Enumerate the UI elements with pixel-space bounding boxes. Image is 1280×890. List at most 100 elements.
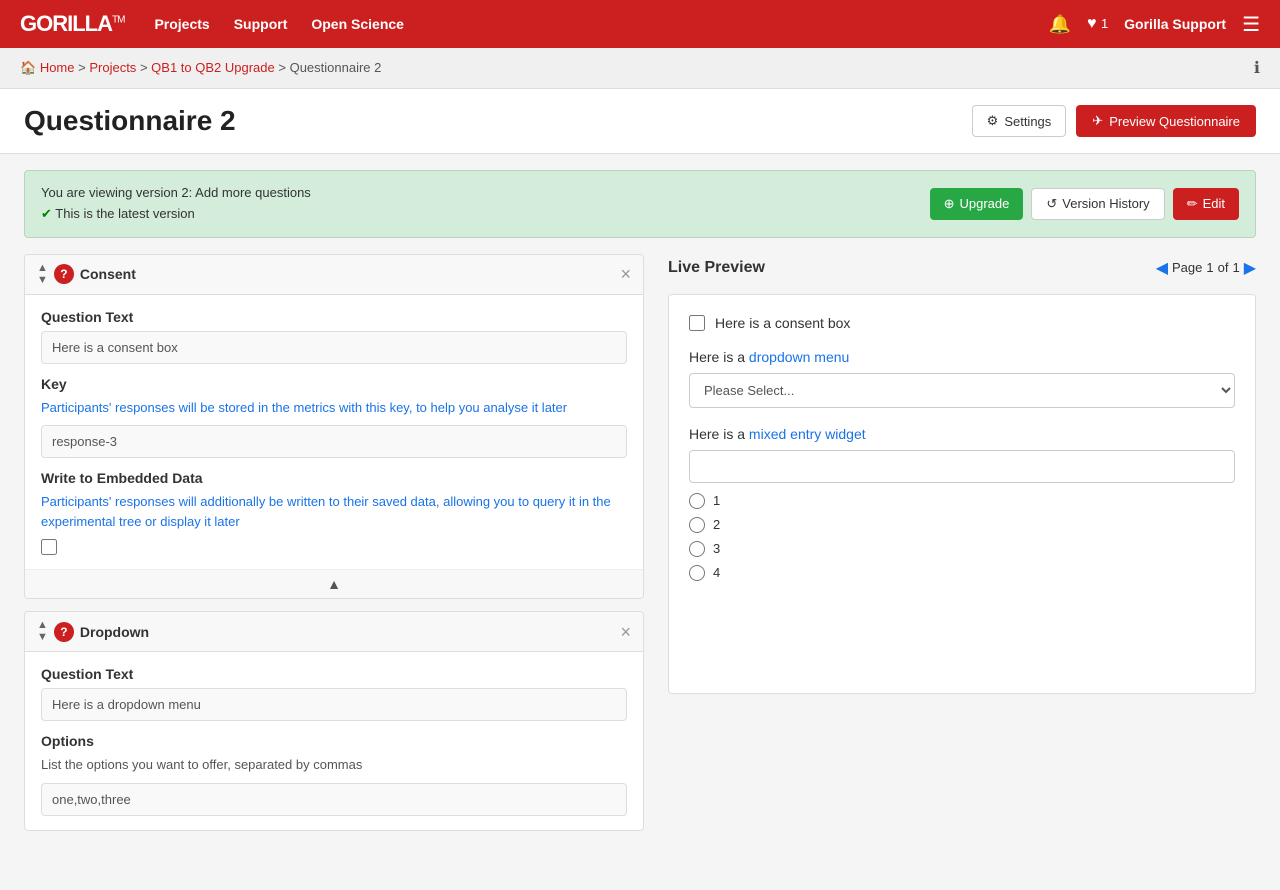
preview-content: Here is a consent box Here is a dropdown… bbox=[668, 294, 1256, 694]
dropdown-card: ▲ ▼ ? Dropdown × Question Text Options L… bbox=[24, 611, 644, 831]
dropdown-sort-arrows[interactable]: ▲ ▼ bbox=[37, 620, 48, 643]
header-actions: ⚙ Settings ✈ Preview Questionnaire bbox=[972, 105, 1256, 137]
radio-input-1[interactable] bbox=[689, 493, 705, 509]
dropdown-type-label: Dropdown bbox=[80, 624, 149, 640]
radio-item-4: 4 bbox=[689, 565, 1235, 581]
page-prev-arrow[interactable]: ◀ bbox=[1156, 258, 1168, 278]
dropdown-card-body: Question Text Options List the options y… bbox=[25, 652, 643, 830]
consent-collapse-arrow[interactable]: ▲ bbox=[25, 569, 643, 598]
page-header: Questionnaire 2 ⚙ Settings ✈ Preview Que… bbox=[0, 89, 1280, 154]
history-icon: ↺ bbox=[1046, 196, 1057, 212]
radio-input-3[interactable] bbox=[689, 541, 705, 557]
nav-projects[interactable]: Projects bbox=[154, 16, 209, 32]
nav-links: Projects Support Open Science bbox=[154, 16, 1048, 32]
radio-item-2: 2 bbox=[689, 517, 1235, 533]
left-panel: ▲ ▼ ? Consent × Question Text Key Partic… bbox=[24, 254, 644, 831]
edit-button[interactable]: ✏ Edit bbox=[1173, 188, 1239, 220]
breadcrumb-projects[interactable]: Projects bbox=[89, 60, 136, 75]
consent-key-label: Key bbox=[41, 376, 627, 392]
radio-item-3: 3 bbox=[689, 541, 1235, 557]
edit-icon: ✏ bbox=[1187, 196, 1198, 212]
down-arrow-icon[interactable]: ▼ bbox=[37, 275, 48, 286]
up-arrow-icon-2[interactable]: ▲ bbox=[37, 620, 48, 631]
nav-support[interactable]: Support bbox=[234, 16, 288, 32]
page-title: Questionnaire 2 bbox=[24, 105, 236, 137]
user-name: Gorilla Support bbox=[1124, 16, 1226, 32]
consent-question-text-input[interactable] bbox=[41, 331, 627, 364]
dropdown-question-text-input[interactable] bbox=[41, 688, 627, 721]
radio-group: 1 2 3 4 bbox=[689, 493, 1235, 581]
upgrade-button[interactable]: ⊕ Upgrade bbox=[930, 188, 1024, 220]
page-total: 1 bbox=[1232, 260, 1239, 275]
dropdown-question-text-label: Question Text bbox=[41, 666, 627, 682]
consent-key-desc: Participants' responses will be stored i… bbox=[41, 398, 627, 418]
radio-label-3: 3 bbox=[713, 541, 720, 556]
breadcrumb-current: Questionnaire 2 bbox=[290, 60, 382, 75]
consent-key-input[interactable] bbox=[41, 425, 627, 458]
version-text: You are viewing version 2: Add more ques… bbox=[41, 183, 311, 225]
breadcrumb: 🏠 Home > Projects > QB1 to QB2 Upgrade >… bbox=[0, 48, 1280, 89]
dropdown-type-icon: ? bbox=[54, 622, 74, 642]
notification-icon[interactable]: 🔔 bbox=[1049, 14, 1071, 35]
brand-logo[interactable]: GORILLATM bbox=[20, 11, 124, 37]
consent-type-icon: ? bbox=[54, 264, 74, 284]
consent-embedded-label: Write to Embedded Data bbox=[41, 470, 627, 486]
dropdown-preview-select[interactable]: Please Select... bbox=[689, 373, 1235, 408]
navbar-right: 🔔 ♥ 1 Gorilla Support ☰ bbox=[1049, 12, 1260, 37]
page-nav: ◀ Page 1 of 1 ▶ bbox=[1156, 258, 1256, 278]
consent-card-body: Question Text Key Participants' response… bbox=[25, 295, 643, 570]
mixed-entry-input[interactable] bbox=[689, 450, 1235, 483]
navbar: GORILLATM Projects Support Open Science … bbox=[0, 0, 1280, 48]
consent-card: ▲ ▼ ? Consent × Question Text Key Partic… bbox=[24, 254, 644, 600]
heart-icon[interactable]: ♥ 1 bbox=[1087, 15, 1108, 33]
consent-preview-label: Here is a consent box bbox=[715, 315, 850, 331]
mixed-entry-label: Here is a mixed entry widget bbox=[689, 426, 1235, 442]
live-preview-title: Live Preview bbox=[668, 259, 765, 277]
upgrade-icon: ⊕ bbox=[944, 196, 955, 212]
dropdown-options-input[interactable] bbox=[41, 783, 627, 816]
radio-label-4: 4 bbox=[713, 565, 720, 580]
info-icon[interactable]: ℹ bbox=[1254, 58, 1260, 78]
consent-question-text-label: Question Text bbox=[41, 309, 627, 325]
consent-embedded-desc: Participants' responses will additionall… bbox=[41, 492, 627, 531]
preview-button[interactable]: ✈ Preview Questionnaire bbox=[1076, 105, 1256, 137]
consent-card-header: ▲ ▼ ? Consent × bbox=[25, 255, 643, 295]
breadcrumb-project[interactable]: QB1 to QB2 Upgrade bbox=[151, 60, 275, 75]
consent-close-button[interactable]: × bbox=[620, 265, 631, 283]
radio-input-2[interactable] bbox=[689, 517, 705, 533]
radio-item-1: 1 bbox=[689, 493, 1235, 509]
consent-sort-arrows[interactable]: ▲ ▼ bbox=[37, 263, 48, 286]
version-actions: ⊕ Upgrade ↺ Version History ✏ Edit bbox=[930, 188, 1239, 220]
settings-icon: ⚙ bbox=[987, 113, 999, 129]
page-of-label: of bbox=[1218, 260, 1229, 275]
version-history-button[interactable]: ↺ Version History bbox=[1031, 188, 1164, 220]
radio-input-4[interactable] bbox=[689, 565, 705, 581]
version-banner: You are viewing version 2: Add more ques… bbox=[24, 170, 1256, 238]
right-panel: Live Preview ◀ Page 1 of 1 ▶ Here is a c… bbox=[644, 254, 1256, 831]
up-arrow-icon[interactable]: ▲ bbox=[37, 263, 48, 274]
consent-embedded-checkbox[interactable] bbox=[41, 539, 57, 555]
radio-label-1: 1 bbox=[713, 493, 720, 508]
consent-type-label: Consent bbox=[80, 266, 136, 282]
page-label: Page bbox=[1172, 260, 1202, 275]
settings-button[interactable]: ⚙ Settings bbox=[972, 105, 1067, 137]
home-icon: 🏠 bbox=[20, 60, 36, 75]
live-preview-header: Live Preview ◀ Page 1 of 1 ▶ bbox=[668, 254, 1256, 278]
main-layout: ▲ ▼ ? Consent × Question Text Key Partic… bbox=[0, 254, 1280, 855]
nav-open-science[interactable]: Open Science bbox=[311, 16, 404, 32]
page-next-arrow[interactable]: ▶ bbox=[1244, 258, 1256, 278]
dropdown-preview-label: Here is a dropdown menu bbox=[689, 349, 1235, 365]
breadcrumb-home[interactable]: Home bbox=[40, 60, 75, 75]
down-arrow-icon-2[interactable]: ▼ bbox=[37, 632, 48, 643]
radio-label-2: 2 bbox=[713, 517, 720, 532]
dropdown-card-header: ▲ ▼ ? Dropdown × bbox=[25, 612, 643, 652]
page-current: 1 bbox=[1206, 260, 1213, 275]
dropdown-close-button[interactable]: × bbox=[620, 623, 631, 641]
hamburger-icon[interactable]: ☰ bbox=[1242, 12, 1260, 37]
version-line1: You are viewing version 2: Add more ques… bbox=[41, 183, 311, 204]
dropdown-options-label: Options bbox=[41, 733, 627, 749]
consent-preview-checkbox[interactable] bbox=[689, 315, 705, 331]
dropdown-options-desc: List the options you want to offer, sepa… bbox=[41, 755, 627, 775]
version-line2: ✔ This is the latest version bbox=[41, 204, 311, 225]
consent-preview-row: Here is a consent box bbox=[689, 315, 1235, 331]
